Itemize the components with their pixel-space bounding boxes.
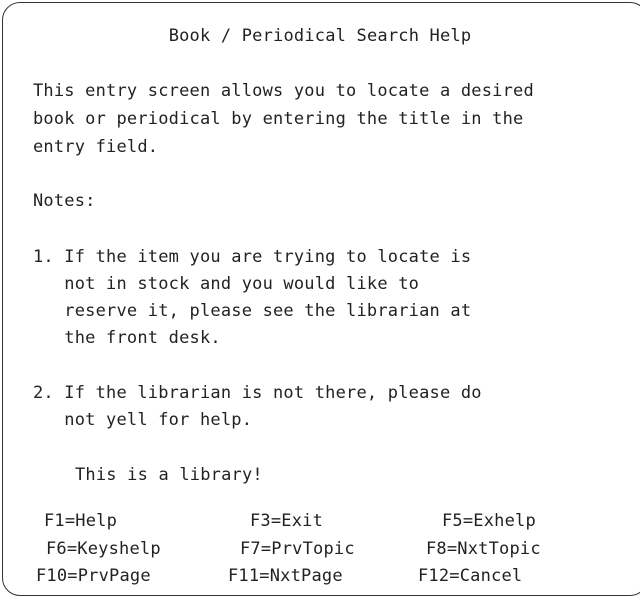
intro-line-2: book or periodical by entering the title… — [33, 109, 524, 129]
note-1-line-4: the front desk. — [33, 328, 221, 348]
intro-line-1: This entry screen allows you to locate a… — [33, 81, 534, 101]
f12-cancel-key[interactable]: F12=Cancel — [418, 564, 522, 588]
f6-keyshelp-key[interactable]: F6=Keyshelp — [46, 537, 161, 561]
intro-line-3: entry field. — [33, 137, 159, 157]
note-2-line-1: 2. If the librarian is not there, please… — [33, 383, 482, 403]
note-2-line-2: not yell for help. — [33, 410, 253, 430]
f8-nxttopic-key[interactable]: F8=NxtTopic — [426, 537, 541, 561]
notes-heading: Notes: — [33, 191, 96, 211]
note-1-line-3: reserve it, please see the librarian at — [33, 301, 472, 321]
note-1-line-2: not in stock and you would like to — [33, 274, 420, 294]
f5-exhelp-key[interactable]: F5=Exhelp — [442, 509, 536, 533]
f10-prvpage-key[interactable]: F10=PrvPage — [36, 564, 151, 588]
help-title: Book / Periodical Search Help — [168, 26, 472, 46]
f11-nxtpage-key[interactable]: F11=NxtPage — [228, 564, 343, 588]
f7-prvtopic-key[interactable]: F7=PrvTopic — [240, 537, 355, 561]
f3-exit-key[interactable]: F3=Exit — [250, 509, 323, 533]
f1-help-key[interactable]: F1=Help — [44, 509, 117, 533]
closing-text: This is a library! — [75, 465, 263, 485]
note-1-line-1: 1. If the item you are trying to locate … — [33, 247, 472, 267]
